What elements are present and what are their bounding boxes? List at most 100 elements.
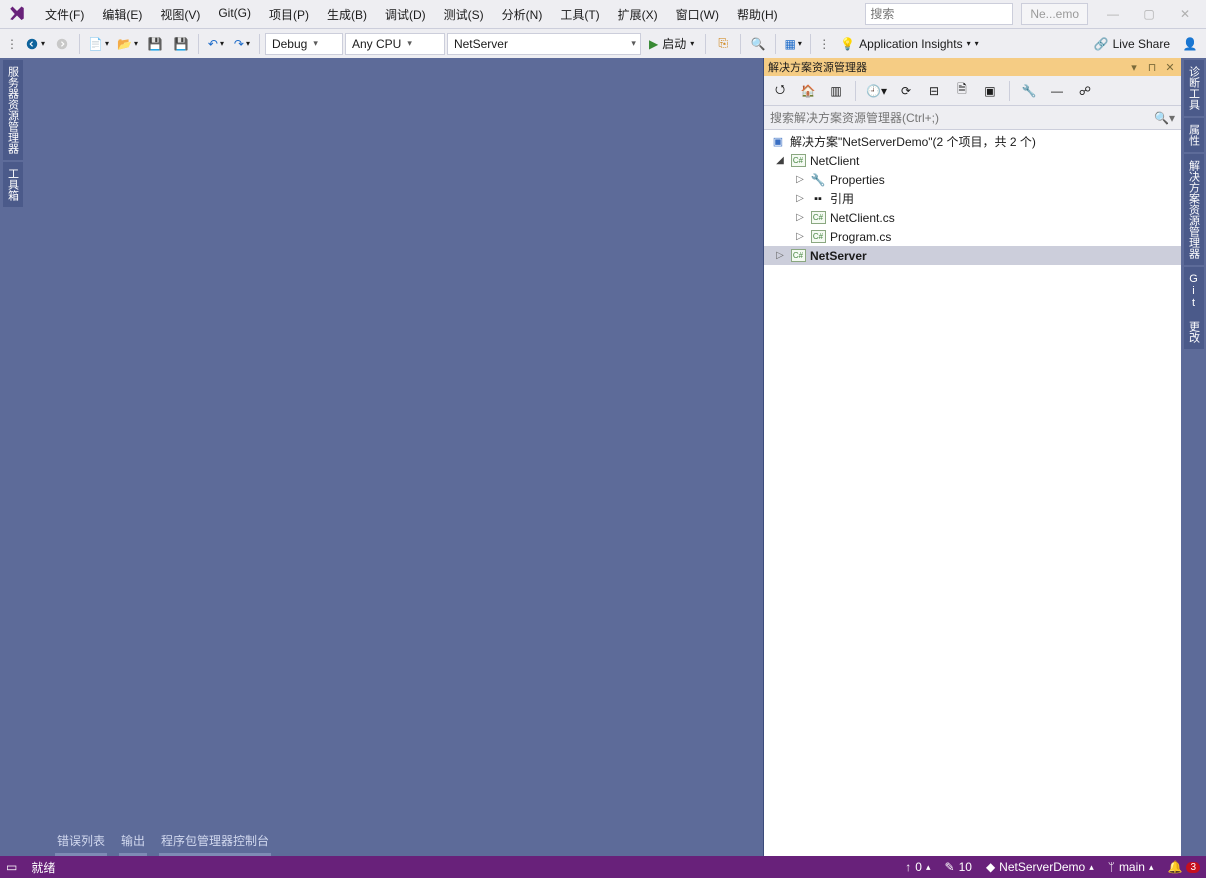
vs-logo-icon (0, 0, 34, 28)
diagnostic-tools-tab[interactable]: 诊断工具 (1184, 60, 1204, 116)
menu-item[interactable]: 分析(N) (493, 2, 552, 27)
platform-combo[interactable]: Any CPU▾ (345, 33, 445, 55)
status-window-icon[interactable]: ▭ (6, 860, 17, 874)
nav-back-button[interactable]: ▾ (22, 32, 48, 56)
menu-item[interactable]: 调试(D) (376, 2, 435, 27)
properties-icon[interactable]: 🔧 (1017, 79, 1041, 103)
new-project-button[interactable]: 📄▾ (85, 32, 112, 56)
chevron-right-icon[interactable]: ▷ (794, 231, 806, 242)
output-tab[interactable]: 输出 (119, 830, 147, 856)
application-insights-button[interactable]: 💡 Application Insights ▾ ▾ (834, 32, 984, 56)
main-area: 服务器资源管理器 工具箱 错误列表 输出 程序包管理器控制台 解决方案资源管理器… (0, 58, 1206, 856)
csharp-file-icon: C# (810, 229, 826, 245)
undo-button[interactable]: ↶▾ (204, 32, 228, 56)
menu-item[interactable]: Git(G) (209, 2, 260, 27)
repo-icon: ◆ (986, 860, 995, 874)
file-node-program-cs[interactable]: ▷ C# Program.cs (764, 227, 1181, 246)
menu-item[interactable]: 编辑(E) (93, 2, 151, 27)
nav-forward-button[interactable] (50, 32, 74, 56)
status-upload[interactable]: ↑0▴ (905, 860, 930, 874)
solution-node[interactable]: ▣ 解决方案"NetServerDemo"(2 个项目，共 2 个) (764, 132, 1181, 151)
configuration-combo[interactable]: Debug▾ (265, 33, 343, 55)
chevron-right-icon[interactable]: ▷ (774, 250, 786, 261)
save-all-button[interactable]: 💾 (169, 32, 193, 56)
error-list-tab[interactable]: 错误列表 (55, 830, 107, 856)
menu-item[interactable]: 帮助(H) (728, 2, 787, 27)
csharp-project-icon: C# (790, 153, 806, 169)
start-debug-button[interactable]: ▶ 启动 ▾ (643, 32, 700, 56)
status-repo[interactable]: ◆NetServerDemo▴ (986, 860, 1094, 874)
solution-explorer-title: 解决方案资源管理器 (768, 59, 1123, 75)
status-notifications[interactable]: 🔔3 (1167, 860, 1200, 874)
menu-item[interactable]: 测试(S) (435, 2, 493, 27)
server-explorer-tab[interactable]: 服务器资源管理器 (3, 60, 23, 160)
chevron-right-icon[interactable]: ▷ (794, 174, 806, 185)
menu-item[interactable]: 窗口(W) (667, 2, 728, 27)
sync-icon[interactable]: ▥ (824, 79, 848, 103)
save-button[interactable]: 💾 (143, 32, 167, 56)
solution-explorer-tab[interactable]: 解决方案资源管理器 (1184, 154, 1204, 265)
show-all-files-icon[interactable]: 🗎 (950, 79, 974, 103)
play-icon: ▶ (649, 37, 658, 51)
window-position-icon[interactable]: ▾ (1127, 61, 1141, 74)
pin-icon[interactable]: ⊓ (1145, 61, 1159, 74)
quick-search-input[interactable] (870, 7, 1025, 21)
menu-bar: 文件(F)编辑(E)视图(V)Git(G)项目(P)生成(B)调试(D)测试(S… (36, 2, 787, 27)
chevron-right-icon[interactable]: ▷ (794, 193, 806, 204)
solution-tree[interactable]: ▣ 解决方案"NetServerDemo"(2 个项目，共 2 个) ◢ C# … (764, 130, 1181, 856)
properties-tab[interactable]: 属性 (1184, 118, 1204, 152)
quick-search-box[interactable]: 🔍 (865, 3, 1013, 25)
node-label: Program.cs (830, 230, 891, 244)
minimize-button[interactable]: — (1096, 0, 1130, 28)
menu-item[interactable]: 项目(P) (260, 2, 318, 27)
project-node-netserver[interactable]: ▷ C# NetServer (764, 246, 1181, 265)
right-dock: 诊断工具 属性 解决方案资源管理器 Git 更改 (1181, 58, 1206, 856)
menu-item[interactable]: 工具(T) (551, 2, 608, 27)
solution-explorer-search-input[interactable] (770, 111, 1154, 125)
view-code-icon[interactable]: — (1045, 79, 1069, 103)
wrench-icon: 🔧 (810, 172, 826, 188)
close-button[interactable]: ✕ (1168, 0, 1202, 28)
live-share-button[interactable]: 🔗 Live Share (1088, 32, 1176, 56)
project-node-netclient[interactable]: ◢ C# NetClient (764, 151, 1181, 170)
history-icon[interactable]: 🕘▾ (863, 79, 890, 103)
comment-button[interactable]: ▦▾ (781, 32, 805, 56)
status-edits[interactable]: ✎10 (945, 860, 972, 874)
home-icon[interactable]: 🏠 (796, 79, 820, 103)
properties-node[interactable]: ▷ 🔧 Properties (764, 170, 1181, 189)
project-label: NetClient (810, 154, 859, 168)
open-file-button[interactable]: 📂▾ (114, 32, 141, 56)
redo-button[interactable]: ↷▾ (230, 32, 254, 56)
references-node[interactable]: ▷ ▪▪ 引用 (764, 189, 1181, 208)
menu-item[interactable]: 视图(V) (151, 2, 209, 27)
chevron-right-icon[interactable]: ▷ (794, 212, 806, 223)
status-branch[interactable]: ᛘmain▴ (1108, 860, 1154, 874)
view-designer-icon[interactable]: ☍ (1073, 79, 1097, 103)
chevron-down-icon[interactable]: ◢ (774, 155, 786, 166)
startup-project-combo[interactable]: NetServer▾ (447, 33, 641, 55)
pkgmgr-console-tab[interactable]: 程序包管理器控制台 (159, 830, 271, 856)
toolbox-tab[interactable]: 工具箱 (3, 162, 23, 207)
git-changes-tab[interactable]: Git 更改 (1184, 267, 1204, 349)
solution-explorer-panel: 解决方案资源管理器 ▾ ⊓ ✕ ⭯ 🏠 ▥ 🕘▾ ⟳ ⊟ 🗎 ▣ 🔧 — ☍ 🔍… (763, 58, 1181, 856)
feedback-button[interactable]: 👤 (1178, 32, 1202, 56)
bell-icon: 🔔 (1167, 860, 1182, 874)
solution-name-pill[interactable]: Ne...emo (1021, 3, 1088, 25)
collapse-all-icon[interactable]: ⊟ (922, 79, 946, 103)
menu-item[interactable]: 文件(F) (36, 2, 93, 27)
maximize-button[interactable]: ▢ (1132, 0, 1166, 28)
menu-item[interactable]: 生成(B) (318, 2, 376, 27)
preview-icon[interactable]: ▣ (978, 79, 1002, 103)
back-icon[interactable]: ⭯ (768, 79, 792, 103)
bulb-icon: 💡 (840, 37, 855, 51)
up-arrow-icon: ↑ (905, 860, 911, 874)
solution-explorer-search[interactable]: 🔍▾ (764, 106, 1181, 130)
file-node-netclient-cs[interactable]: ▷ C# NetClient.cs (764, 208, 1181, 227)
step-over-icon[interactable]: ⎘ (711, 32, 735, 56)
close-panel-icon[interactable]: ✕ (1163, 61, 1177, 74)
find-in-files-button[interactable]: 🔍 (746, 32, 770, 56)
node-label: 引用 (830, 190, 854, 207)
menu-item[interactable]: 扩展(X) (609, 2, 667, 27)
solution-explorer-titlebar[interactable]: 解决方案资源管理器 ▾ ⊓ ✕ (764, 58, 1181, 76)
refresh-icon[interactable]: ⟳ (894, 79, 918, 103)
